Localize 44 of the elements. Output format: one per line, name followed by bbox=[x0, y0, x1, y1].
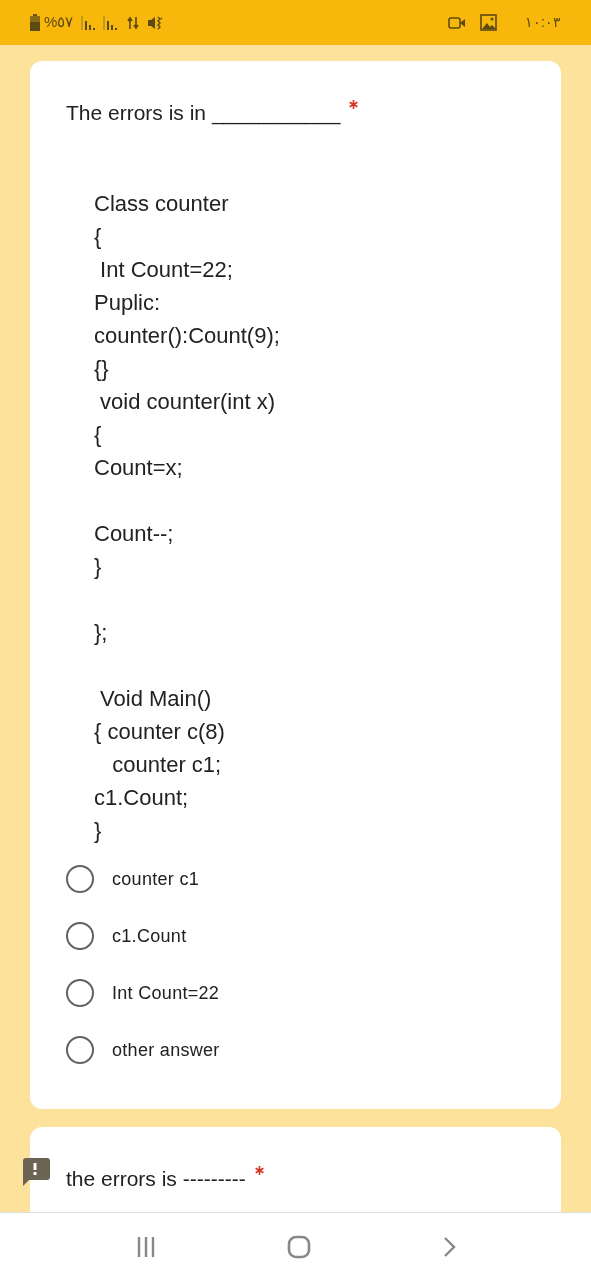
data-transfer-icon bbox=[127, 15, 140, 30]
radio-option[interactable]: c1.Count bbox=[66, 907, 525, 965]
radio-option[interactable]: counter c1 bbox=[66, 850, 525, 908]
recent-apps-icon[interactable] bbox=[135, 1235, 156, 1258]
back-icon[interactable] bbox=[441, 1235, 456, 1258]
radio-option[interactable]: Int Count=22 bbox=[66, 964, 525, 1022]
code-line: Void Main() bbox=[99, 684, 212, 713]
battery-icon bbox=[30, 14, 40, 31]
code-line: Count=x; bbox=[94, 453, 183, 482]
code-line: { bbox=[94, 222, 102, 251]
radio-option[interactable]: other answer bbox=[66, 1021, 525, 1079]
mute-icon bbox=[147, 14, 164, 31]
radio-button[interactable] bbox=[66, 979, 94, 1007]
question-title: The errors is in ___________ bbox=[66, 100, 341, 127]
battery-percent: %٥٧ bbox=[44, 12, 74, 33]
code-line: counter():Count(9); bbox=[94, 321, 280, 350]
image-icon bbox=[480, 14, 498, 31]
code-line: {} bbox=[94, 354, 109, 383]
option-label: Int Count=22 bbox=[112, 981, 220, 1005]
option-label: other answer bbox=[112, 1038, 220, 1062]
code-line: void counter(int x) bbox=[99, 387, 275, 416]
radio-button[interactable] bbox=[66, 1036, 94, 1064]
code-line: Int Count=22; bbox=[99, 255, 233, 284]
code-line: }; bbox=[94, 618, 108, 647]
code-line: { bbox=[94, 420, 102, 449]
radio-button[interactable] bbox=[66, 922, 94, 950]
code-line: Count--; bbox=[94, 519, 174, 548]
code-line: c1.Count; bbox=[94, 783, 189, 812]
code-line: } bbox=[94, 552, 102, 581]
code-line: Puplic: bbox=[94, 288, 161, 317]
question-title: the errors is --------- bbox=[66, 1165, 246, 1192]
code-line: counter c1; bbox=[111, 750, 222, 779]
code-line: { counter c(8) bbox=[94, 717, 225, 746]
option-label: c1.Count bbox=[112, 924, 187, 948]
clock: ١٠:٠٣ bbox=[525, 13, 561, 32]
option-label: counter c1 bbox=[112, 867, 200, 891]
code-line: } bbox=[94, 816, 102, 845]
code-line: Class counter bbox=[94, 189, 229, 218]
home-icon[interactable] bbox=[286, 1234, 311, 1259]
radio-button[interactable] bbox=[66, 865, 94, 893]
signal-icon bbox=[81, 15, 98, 30]
video-icon bbox=[448, 15, 467, 30]
signal-icon bbox=[103, 15, 120, 30]
feedback-icon[interactable] bbox=[20, 1158, 50, 1186]
